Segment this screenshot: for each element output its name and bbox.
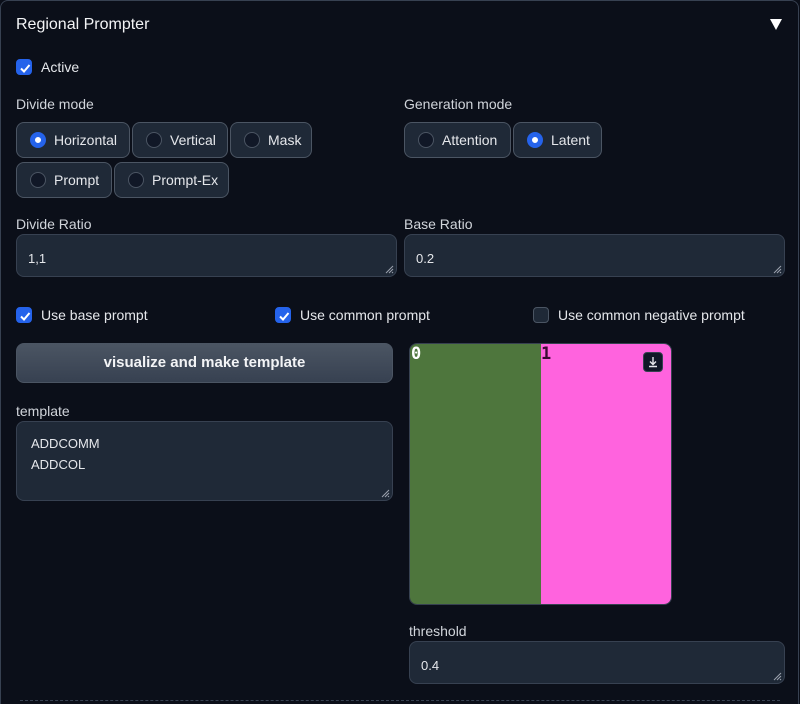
- radio-label: Mask: [268, 132, 302, 148]
- radio-indicator: [30, 172, 46, 188]
- template-line: ADDCOMM: [31, 436, 100, 451]
- radio-generation-latent[interactable]: Latent: [513, 122, 602, 158]
- radio-divide-horizontal[interactable]: Horizontal: [16, 122, 130, 158]
- radio-label: Vertical: [170, 132, 216, 148]
- divide-ratio-label: Divide Ratio: [16, 216, 92, 232]
- check-icon: [20, 64, 31, 73]
- radio-indicator: [128, 172, 144, 188]
- use-common-negative-prompt-label: Use common negative prompt: [558, 307, 745, 323]
- use-common-prompt-checkbox[interactable]: [275, 307, 291, 323]
- resize-grip-icon[interactable]: [380, 488, 390, 498]
- use-common-negative-prompt-checkbox[interactable]: [533, 307, 549, 323]
- region-1: 1: [541, 344, 671, 604]
- radio-label: Prompt-Ex: [152, 172, 219, 188]
- radio-indicator: [244, 132, 260, 148]
- download-icon: [649, 357, 657, 368]
- base-ratio-label: Base Ratio: [404, 216, 473, 232]
- region-0: 0: [410, 344, 541, 604]
- threshold-label: threshold: [409, 623, 467, 639]
- panel-title[interactable]: Regional Prompter: [16, 16, 149, 34]
- radio-generation-attention[interactable]: Attention: [404, 122, 511, 158]
- radio-divide-mask[interactable]: Mask: [230, 122, 312, 158]
- divider: [20, 700, 780, 701]
- radio-indicator: [30, 132, 46, 148]
- base-ratio-input[interactable]: 0.2: [404, 234, 785, 277]
- divide-ratio-value: 1,1: [28, 251, 47, 266]
- divide-mode-label: Divide mode: [16, 96, 94, 112]
- radio-label: Horizontal: [54, 132, 118, 148]
- threshold-input[interactable]: 0.4: [409, 641, 785, 684]
- download-button[interactable]: [643, 352, 663, 372]
- template-textarea[interactable]: ADDCOMM ADDCOL: [16, 421, 393, 501]
- radio-divide-vertical[interactable]: Vertical: [132, 122, 228, 158]
- region-preview-image: 0 1: [409, 343, 672, 605]
- visualize-and-make-template-button[interactable]: visualize and make template: [16, 343, 393, 383]
- region-1-label: 1: [541, 344, 552, 364]
- use-base-prompt-checkbox[interactable]: [16, 307, 32, 323]
- generation-mode-label: Generation mode: [404, 96, 513, 112]
- radio-indicator: [418, 132, 434, 148]
- resize-grip-icon[interactable]: [384, 264, 394, 274]
- collapse-triangle-icon[interactable]: [768, 16, 784, 32]
- check-icon: [279, 312, 290, 321]
- threshold-value: 0.4: [421, 658, 440, 673]
- use-base-prompt-label: Use base prompt: [41, 307, 148, 323]
- radio-indicator: [527, 132, 543, 148]
- use-common-prompt-label: Use common prompt: [300, 307, 430, 323]
- radio-divide-prompt[interactable]: Prompt: [16, 162, 112, 198]
- radio-divide-prompt-ex[interactable]: Prompt-Ex: [114, 162, 229, 198]
- check-icon: [20, 312, 31, 321]
- radio-label: Latent: [551, 132, 590, 148]
- active-label: Active: [41, 59, 80, 75]
- resize-grip-icon[interactable]: [772, 671, 782, 681]
- base-ratio-value: 0.2: [416, 251, 435, 266]
- radio-label: Prompt: [54, 172, 100, 188]
- resize-grip-icon[interactable]: [772, 264, 782, 274]
- template-line: ADDCOL: [31, 457, 86, 472]
- divide-ratio-input[interactable]: 1,1: [16, 234, 397, 277]
- radio-indicator: [146, 132, 162, 148]
- region-0-label: 0: [411, 344, 422, 364]
- active-checkbox[interactable]: [16, 59, 32, 75]
- radio-label: Attention: [442, 132, 498, 148]
- template-label: template: [16, 403, 70, 419]
